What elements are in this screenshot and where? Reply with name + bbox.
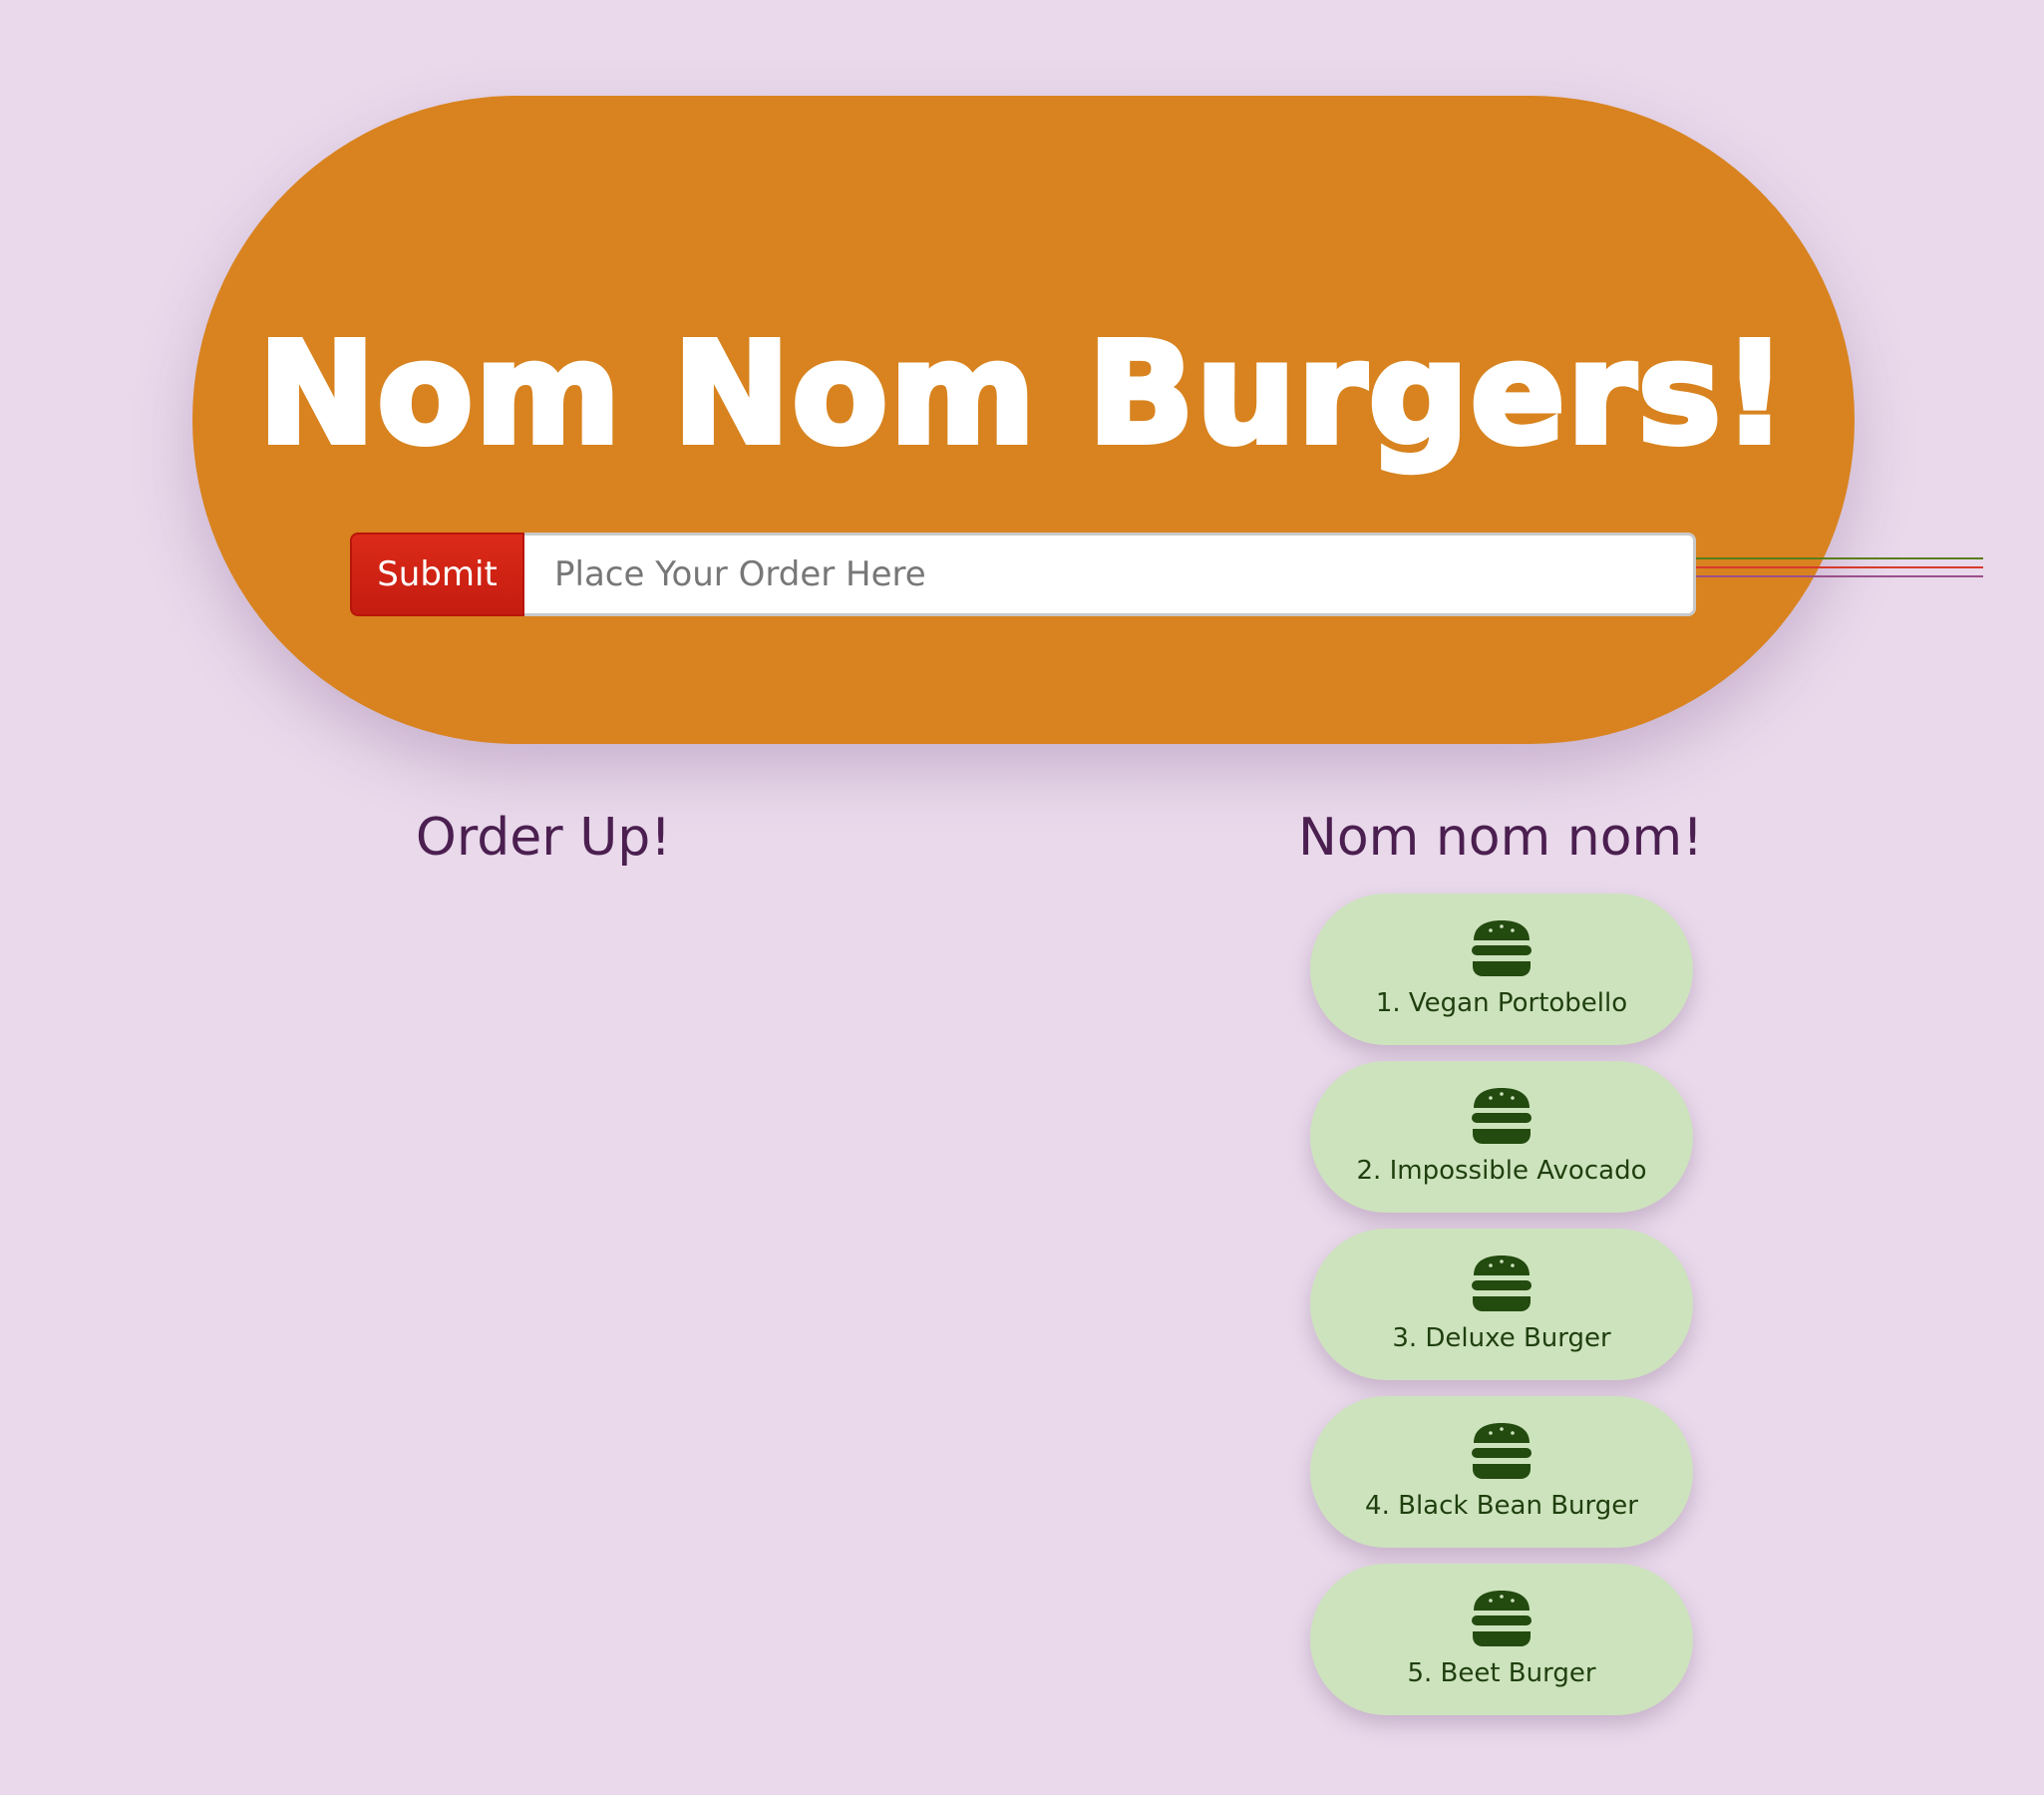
order-form: Submit xyxy=(350,533,1696,616)
burger-label: 5. Beet Burger xyxy=(1407,1658,1596,1688)
burger-icon xyxy=(1472,1591,1532,1646)
burger-label: 4. Black Bean Burger xyxy=(1365,1491,1638,1521)
eaten-burger-item[interactable]: 2. Impossible Avocado xyxy=(1310,1061,1693,1213)
burger-label: 2. Impossible Avocado xyxy=(1356,1156,1647,1186)
eaten-heading: Nom nom nom! xyxy=(1297,808,1704,868)
header-banner: Nom Nom Burgers! xyxy=(192,96,1983,744)
eaten-burger-item[interactable]: 3. Deluxe Burger xyxy=(1310,1229,1693,1380)
submit-button[interactable]: Submit xyxy=(350,533,524,616)
burger-label: 1. Vegan Portobello xyxy=(1375,988,1628,1018)
page-title: Nom Nom Burgers! xyxy=(255,310,1790,479)
eaten-burger-item[interactable]: 1. Vegan Portobello xyxy=(1310,894,1693,1045)
eaten-burger-list: 1. Vegan Portobello 2. Impossible Avocad… xyxy=(1310,894,1693,1731)
burger-icon xyxy=(1472,920,1532,976)
burger-icon xyxy=(1472,1423,1532,1479)
burger-icon xyxy=(1472,1256,1532,1311)
order-up-heading: Order Up! xyxy=(415,808,672,868)
order-input[interactable] xyxy=(524,533,1696,616)
burger-icon xyxy=(1472,1088,1532,1144)
eaten-burger-item[interactable]: 5. Beet Burger xyxy=(1310,1564,1693,1715)
eaten-burger-item[interactable]: 4. Black Bean Burger xyxy=(1310,1396,1693,1548)
burger-label: 3. Deluxe Burger xyxy=(1392,1323,1611,1353)
